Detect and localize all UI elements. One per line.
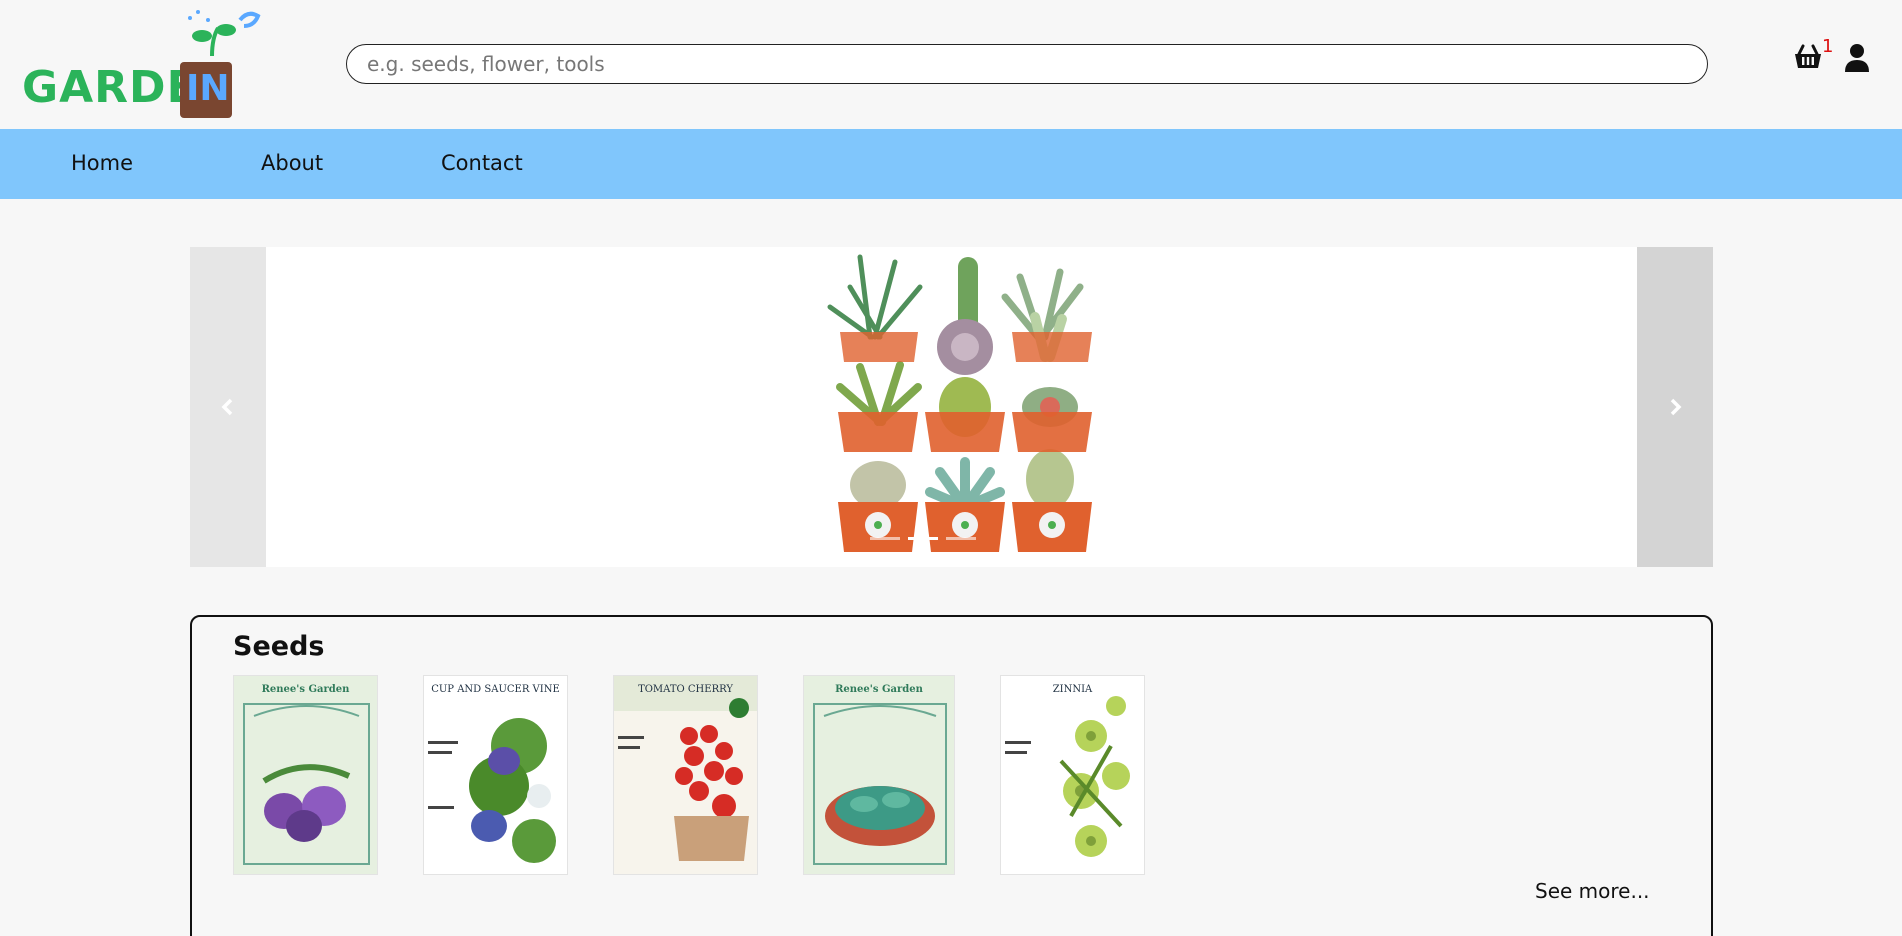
seed-product-card[interactable]: ZINNIA xyxy=(1000,675,1145,875)
carousel-indicator-1[interactable] xyxy=(870,537,900,540)
seed-packet-image xyxy=(813,703,947,865)
chevron-left-icon xyxy=(221,398,233,416)
seed-packet-image xyxy=(428,718,556,863)
carousel-indicators xyxy=(870,537,976,540)
logo[interactable]: GARDEN IN xyxy=(22,6,268,118)
seed-product-card[interactable]: TOMATO CHERRY xyxy=(613,675,758,875)
nav-about[interactable]: About xyxy=(261,151,323,175)
user-icon[interactable] xyxy=(1844,44,1870,72)
cart-count-badge: 1 xyxy=(1822,36,1834,57)
seed-packet-image xyxy=(614,698,757,874)
carousel-indicator-3[interactable] xyxy=(946,537,976,540)
seed-packet-image xyxy=(243,703,370,865)
seeds-title: Seeds xyxy=(233,631,325,662)
chevron-right-icon xyxy=(1670,398,1682,416)
logo-box: IN xyxy=(180,62,232,118)
seed-product-card[interactable]: Renee's Garden xyxy=(803,675,955,875)
seeds-section: Seeds Renee's Garden CUP AND SAUCER VINE xyxy=(190,615,1713,936)
hero-carousel xyxy=(190,247,1713,567)
carousel-image-succulents xyxy=(827,254,1092,552)
see-more-link[interactable]: See more... xyxy=(1535,879,1650,903)
nav-home[interactable]: Home xyxy=(71,151,133,175)
seed-product-card[interactable]: CUP AND SAUCER VINE xyxy=(423,675,568,875)
nav-contact[interactable]: Contact xyxy=(441,151,523,175)
logo-box-text: IN xyxy=(186,68,230,109)
carousel-prev-button[interactable] xyxy=(190,247,266,567)
seed-packet-image xyxy=(1005,696,1130,857)
carousel-indicator-2[interactable] xyxy=(908,537,938,540)
sprout-icon xyxy=(188,10,261,57)
carousel-next-button[interactable] xyxy=(1637,247,1713,567)
seed-product-card[interactable]: Renee's Garden xyxy=(233,675,378,875)
basket-icon[interactable] xyxy=(1794,44,1822,70)
main-nav: Home About Contact xyxy=(0,129,1902,199)
search-input[interactable] xyxy=(346,44,1708,84)
header: GARDEN IN 1 xyxy=(0,0,1902,129)
